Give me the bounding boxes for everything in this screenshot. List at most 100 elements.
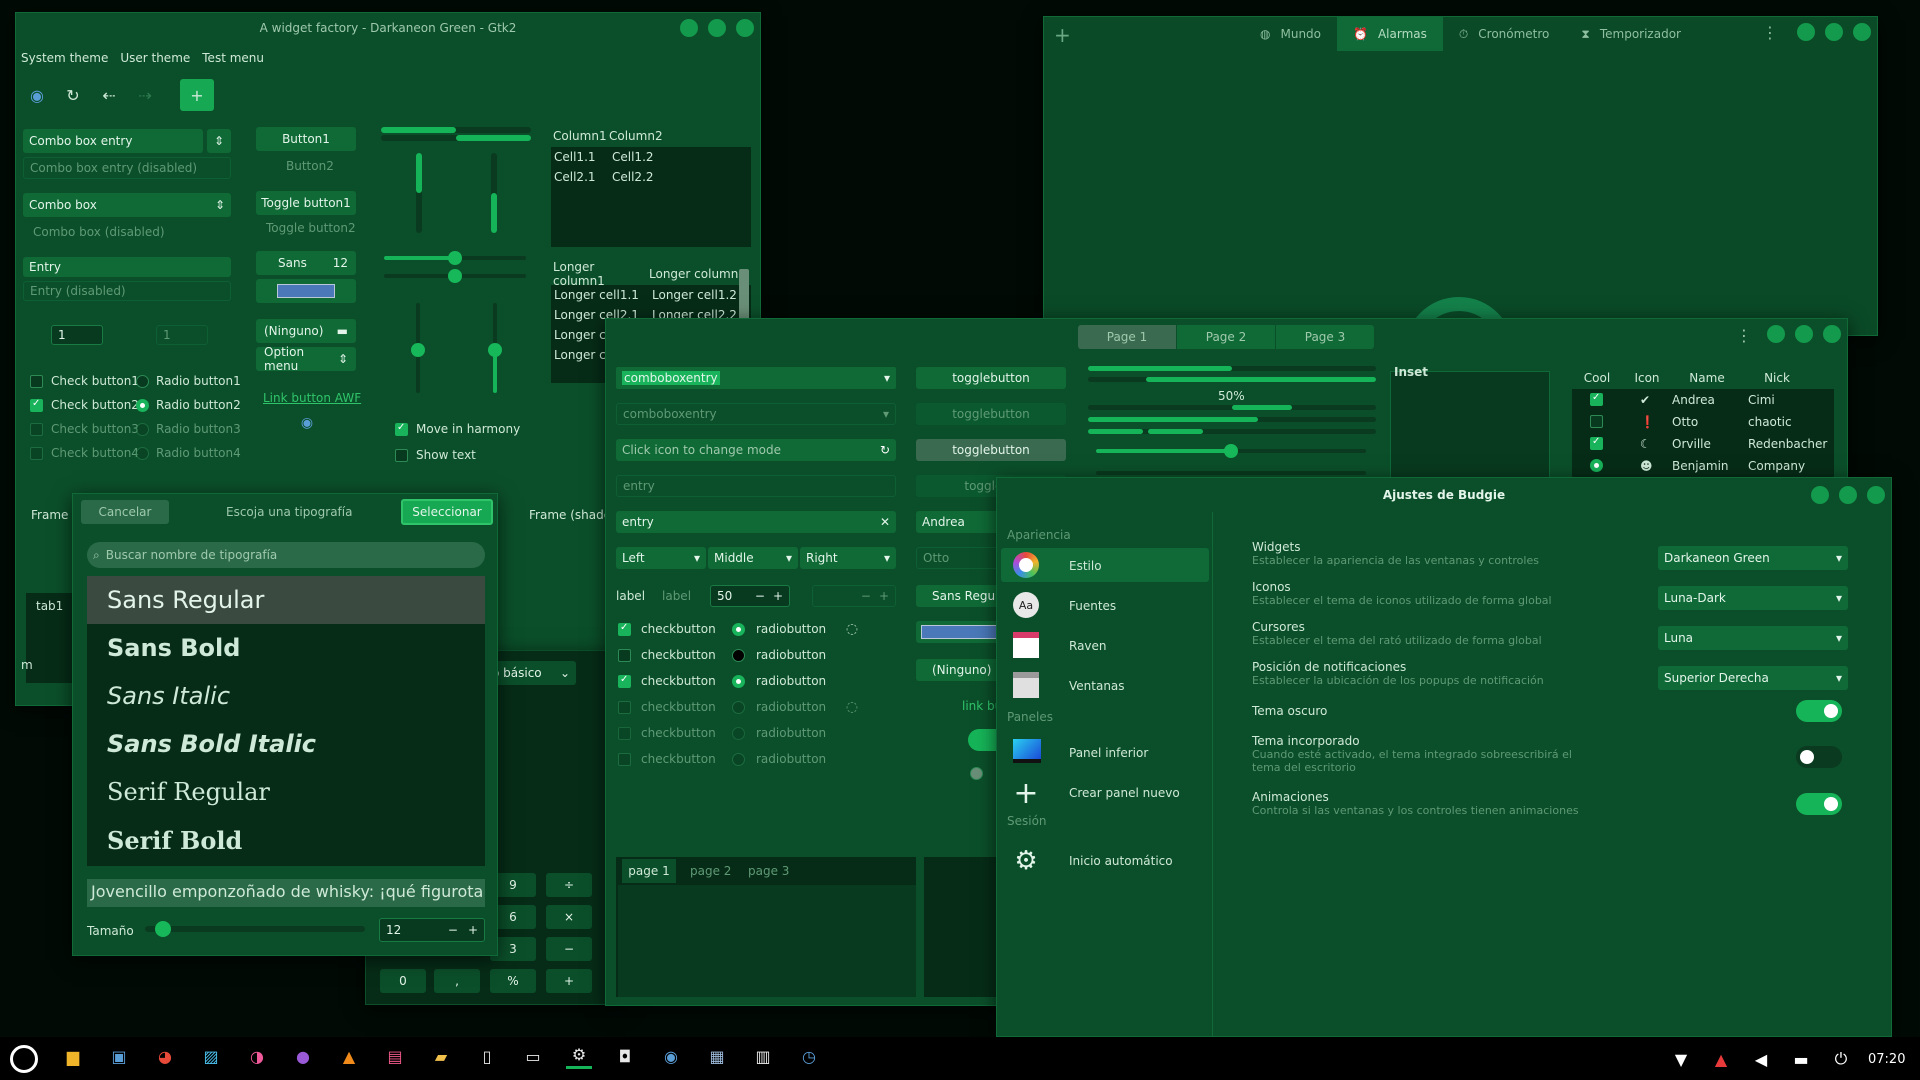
animations-switch[interactable] [1796, 793, 1842, 815]
menu-icon[interactable]: ⋮ [1736, 326, 1752, 345]
calendar-icon[interactable]: ▤ [382, 1043, 408, 1069]
table-row[interactable]: ☻ Benjamin Company [1572, 455, 1834, 477]
cancel-button[interactable]: Cancelar [81, 500, 169, 524]
togglebutton-3[interactable]: togglebutton [916, 439, 1066, 461]
icon-entry[interactable]: Click icon to change mode ↻ [616, 439, 896, 461]
minimize-button[interactable] [1767, 325, 1785, 343]
tab-temporizador[interactable]: ⧗ Temporizador [1565, 17, 1697, 51]
column-header[interactable]: Cool [1572, 371, 1622, 385]
notebook-tab-2[interactable]: page 2 [690, 864, 731, 878]
select-button[interactable]: Seleccionar [401, 499, 493, 525]
menu-icon[interactable] [10, 1045, 38, 1073]
clear-icon[interactable]: ✕ [880, 515, 890, 529]
close-button[interactable] [736, 19, 754, 37]
show-text-check[interactable] [395, 449, 408, 462]
search-input[interactable]: ⌕ Buscar nombre de tipografía [87, 542, 485, 568]
key-comma[interactable]: , [434, 969, 480, 993]
check-button-1[interactable] [30, 375, 43, 388]
table-row[interactable]: ❗ Otto chaotic [1572, 411, 1834, 433]
font-list[interactable]: Sans Regular Sans Bold Sans Italic Sans … [87, 576, 485, 866]
settings-icon[interactable]: ⚙ [566, 1043, 592, 1069]
minimize-button[interactable] [680, 19, 698, 37]
size-slider[interactable] [145, 926, 365, 932]
close-button[interactable] [1867, 486, 1885, 504]
key-percent[interactable]: % [490, 969, 536, 993]
power-icon[interactable]: ⏻ [1828, 1046, 1854, 1072]
column-header[interactable]: Nick [1742, 371, 1812, 385]
list-item[interactable]: Sans Bold Italic [87, 720, 485, 768]
minimize-button[interactable] [1811, 486, 1829, 504]
close-button[interactable] [1853, 23, 1871, 41]
calc-mode-dropdown[interactable]: o básico ⌄ [486, 661, 576, 685]
radiobutton-1[interactable] [732, 623, 745, 636]
check-button-2[interactable] [30, 398, 43, 412]
spin-button-1[interactable]: 1 [51, 325, 103, 345]
vscale-1-knob[interactable] [411, 343, 425, 357]
calculator-icon[interactable]: ▥ [750, 1043, 776, 1069]
sidebar-item-panel-inferior[interactable]: Panel inferior [1069, 746, 1148, 760]
option-menu[interactable]: Option menu ⇕ [256, 345, 356, 373]
checkbutton-2[interactable] [618, 649, 631, 662]
notification-position-dropdown[interactable]: Superior Derecha ▾ [1658, 666, 1848, 690]
font-button[interactable]: Sans 12 [256, 251, 356, 275]
key-divide[interactable]: ÷ [546, 873, 592, 897]
radiobutton-2[interactable] [732, 649, 745, 662]
link-button[interactable]: Link button AWF [263, 391, 361, 405]
back-icon[interactable]: ⇠ [96, 82, 122, 108]
add-icon[interactable]: + [180, 79, 214, 111]
cool-check[interactable] [1590, 415, 1603, 428]
togglebutton-1[interactable]: togglebutton [916, 367, 1066, 389]
hscale-2-knob[interactable] [448, 269, 462, 283]
display-icon[interactable]: ▬ [1788, 1046, 1814, 1072]
table-row[interactable]: Cell1.1 Cell1.2 [551, 147, 751, 167]
builtin-theme-switch[interactable] [1796, 746, 1842, 768]
sidebar-item-crear-panel[interactable]: Crear panel nuevo [1069, 786, 1180, 800]
checkbutton-1[interactable] [618, 622, 631, 636]
menu-test[interactable]: Test menu [202, 51, 264, 65]
forward-icon[interactable]: ⇢ [132, 82, 158, 108]
key-minus[interactable]: − [546, 937, 592, 961]
widgets-theme-dropdown[interactable]: Darkaneon Green ▾ [1658, 546, 1848, 570]
combo-right[interactable]: Right ▾ [800, 547, 896, 569]
table-row[interactable]: ☾OrvilleRedenbacher [1572, 433, 1834, 455]
menu-icon[interactable]: ⋮ [1762, 23, 1778, 42]
tab-cronometro[interactable]: ⏱ Cronómetro [1443, 17, 1566, 51]
dark-theme-switch[interactable] [1796, 700, 1842, 722]
clock-icon[interactable]: ◷ [796, 1043, 822, 1069]
cool-check[interactable] [1590, 436, 1603, 450]
button-1[interactable]: Button1 [256, 127, 356, 151]
text-editor-icon[interactable]: ▯ [474, 1043, 500, 1069]
chrome-icon[interactable]: ◕ [152, 1043, 178, 1069]
maximize-button[interactable] [1795, 325, 1813, 343]
table-row[interactable]: ✔AndreaCimi [1572, 389, 1834, 411]
list-item[interactable]: Sans Regular [87, 576, 485, 624]
plus-icon[interactable]: + [773, 589, 783, 603]
tab-page-3[interactable]: Page 3 [1276, 325, 1374, 349]
clock-time[interactable]: 07:20 [1868, 1052, 1905, 1067]
combo-left[interactable]: Left ▾ [616, 547, 706, 569]
cool-radio[interactable] [1590, 459, 1603, 472]
hscale-1-knob[interactable] [448, 251, 462, 265]
column-header[interactable]: Name [1672, 371, 1742, 385]
radio-button-2[interactable] [136, 399, 149, 412]
file-chooser-button[interactable]: (Ninguno) ▬ [256, 319, 356, 343]
screenshot-icon[interactable]: ◘ [612, 1043, 638, 1069]
store-icon[interactable]: ▣ [106, 1043, 132, 1069]
contacts-tree[interactable]: Cool Icon Name Nick ✔AndreaCimi ❗Ottocha… [1572, 367, 1834, 487]
close-button[interactable] [1823, 325, 1841, 343]
add-icon[interactable]: + [1054, 23, 1071, 47]
spin-button[interactable]: 50− + [710, 585, 790, 607]
combo-middle[interactable]: Middle ▾ [708, 547, 798, 569]
size-spin[interactable]: 12− + [379, 918, 485, 942]
tab-alarmas[interactable]: ⏰ Alarmas [1337, 17, 1443, 51]
column-header[interactable]: Column1 [551, 129, 609, 143]
notebook-tab-1[interactable]: page 1 [622, 859, 676, 883]
radiobutton-3[interactable] [732, 675, 745, 688]
maximize-button[interactable] [1839, 486, 1857, 504]
entry-with-clear[interactable]: entry ✕ [616, 511, 896, 533]
color-button[interactable] [256, 279, 356, 303]
table-row[interactable]: Longer cell1.1 Longer cell1.2 [551, 285, 751, 305]
minus-icon[interactable]: − [755, 589, 765, 603]
column-header[interactable]: Longer column [649, 267, 738, 281]
column-header[interactable]: Icon [1622, 371, 1672, 385]
